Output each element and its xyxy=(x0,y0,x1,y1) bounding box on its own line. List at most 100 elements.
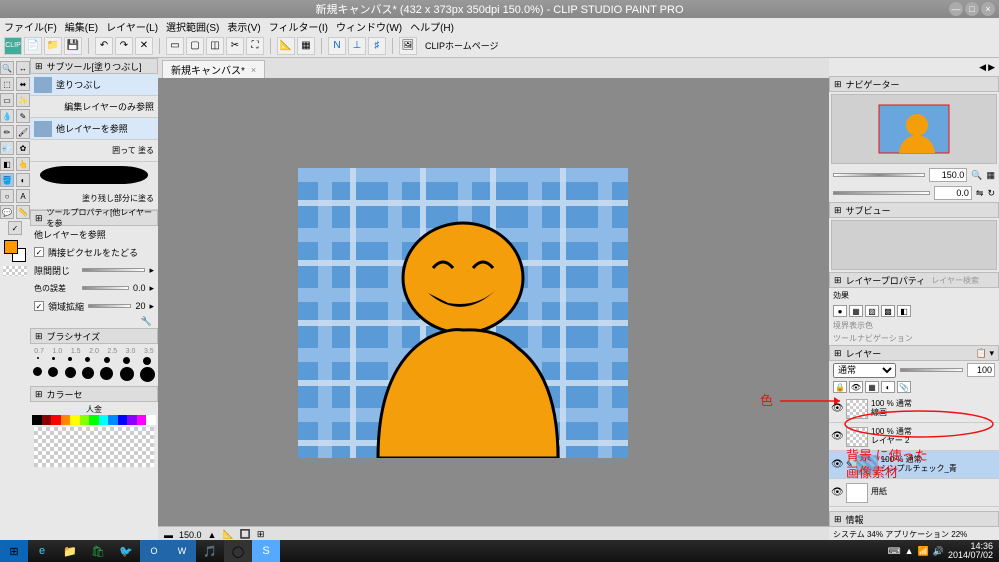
subtool-fill[interactable]: 塗りつぶし xyxy=(30,74,158,96)
menu-select[interactable]: 選択範囲(S) xyxy=(166,19,219,34)
snap2-icon[interactable]: ⊥ xyxy=(348,37,366,55)
toolprop-header[interactable]: ⊞ツールプロパティ[他レイヤーを参 xyxy=(30,210,158,226)
tool-fill-icon[interactable]: 🪣 xyxy=(0,173,14,187)
nav-angle-slider[interactable] xyxy=(833,191,930,195)
lyr-icon4[interactable]: ◐ xyxy=(881,381,895,393)
chk-adjacent[interactable]: ✓ xyxy=(34,247,44,257)
tool-operation-icon[interactable]: ⬚ xyxy=(0,77,14,91)
tool-eraser-icon[interactable]: ◧ xyxy=(0,157,14,171)
tray-net-icon[interactable]: 📶 xyxy=(918,546,929,557)
nav-angle-input[interactable] xyxy=(934,186,972,200)
ruler-icon[interactable]: 📐 xyxy=(277,37,295,55)
snap3-icon[interactable]: ♯ xyxy=(368,37,386,55)
tab-canvas[interactable]: 新規キャンバス* × xyxy=(162,60,265,78)
material-icon[interactable]: 🖼 xyxy=(399,37,417,55)
taskbar-app-icon[interactable]: S xyxy=(252,540,280,562)
deselect-icon[interactable]: ▢ xyxy=(186,37,204,55)
zoom-in-icon[interactable]: ▲ xyxy=(208,530,217,540)
clear-icon[interactable]: ✕ xyxy=(135,37,153,55)
tool-marquee-icon[interactable]: ▭ xyxy=(0,93,14,107)
undo-icon[interactable]: ↶ xyxy=(95,37,113,55)
navigator-header[interactable]: ⊞ナビゲーター xyxy=(829,76,999,92)
clip-icon[interactable]: CLIP xyxy=(4,37,22,55)
crop-icon[interactable]: ✂ xyxy=(226,37,244,55)
tool-deco-icon[interactable]: ✿ xyxy=(16,141,30,155)
fx4-icon[interactable]: ▩ xyxy=(881,305,895,317)
subtool-editlayer[interactable]: 編集レイヤーのみ参照 xyxy=(30,96,158,118)
invert-icon[interactable]: ◫ xyxy=(206,37,224,55)
nav-zoom-slider[interactable] xyxy=(833,173,925,177)
color-strip[interactable] xyxy=(32,415,156,425)
menu-help[interactable]: ヘルプ(H) xyxy=(410,19,454,34)
info-header[interactable]: ⊞情報 xyxy=(829,511,999,527)
fx3-icon[interactable]: ▨ xyxy=(865,305,879,317)
subview-area[interactable] xyxy=(831,220,997,270)
lyr-icon2[interactable]: 👁 xyxy=(849,381,863,393)
tool-correct-icon[interactable]: ✓ xyxy=(8,221,22,235)
subtool-otherlayer[interactable]: 他レイヤーを参照 xyxy=(30,118,158,140)
taskbar-word-icon[interactable]: W xyxy=(168,540,196,562)
new-icon[interactable]: 📄 xyxy=(24,37,42,55)
start-button[interactable]: ⊞ xyxy=(0,540,28,562)
color-palette[interactable] xyxy=(34,427,154,467)
opacity-input[interactable] xyxy=(967,363,995,377)
taskbar-itunes-icon[interactable]: 🎵 xyxy=(196,540,224,562)
eye-icon[interactable]: 👁 xyxy=(831,431,843,443)
lyr-icon3[interactable]: ▦ xyxy=(865,381,879,393)
layer-row-selected[interactable]: 👁 ✎ 100 % 通常シンプルチェック_青 xyxy=(829,451,999,479)
zoom-100-icon[interactable]: ▦ xyxy=(986,170,995,181)
lyr-icon1[interactable]: 🔒 xyxy=(833,381,847,393)
transparent-swatch-icon[interactable] xyxy=(3,266,27,276)
canvas-viewport[interactable] xyxy=(158,78,829,526)
menu-filter[interactable]: フィルター(I) xyxy=(269,19,328,34)
menu-layer[interactable]: レイヤー(L) xyxy=(106,19,158,34)
colorset-header[interactable]: ⊞カラーセ xyxy=(30,386,158,402)
tool-layermove-icon[interactable]: ⬌ xyxy=(16,77,30,91)
flip-h-icon[interactable]: ⇋ xyxy=(976,188,984,199)
tray-date[interactable]: 2014/07/02 xyxy=(948,551,993,560)
layer-row[interactable]: 👁 用紙 xyxy=(829,479,999,507)
tool-ruler-icon[interactable]: 📏 xyxy=(16,205,30,219)
lyr-icon5[interactable]: 📎 xyxy=(897,381,911,393)
taskbar-store-icon[interactable]: 🛍 xyxy=(84,540,112,562)
taskbar-csp-icon[interactable]: ◯ xyxy=(224,540,252,562)
taskbar-twitter-icon[interactable]: 🐦 xyxy=(112,540,140,562)
color-swatch[interactable] xyxy=(4,240,26,262)
save-icon[interactable]: 💾 xyxy=(64,37,82,55)
taskbar-ie-icon[interactable]: e xyxy=(28,540,56,562)
eye-icon[interactable]: 👁 xyxy=(831,459,843,471)
eye-icon[interactable]: 👁 xyxy=(831,487,843,499)
clip-homepage-link[interactable]: CLIPホームページ xyxy=(425,39,499,52)
tool-balloon-icon[interactable]: 💬 xyxy=(0,205,14,219)
zoom-out-icon[interactable]: ▬ xyxy=(164,530,173,540)
tool-pen-icon[interactable]: ✎ xyxy=(16,109,30,123)
subview-header[interactable]: ⊞サブビュー xyxy=(829,202,999,218)
layers-header[interactable]: ⊞レイヤー📋 ▾ xyxy=(829,345,999,361)
tool-airbrush-icon[interactable]: 💨 xyxy=(0,141,14,155)
tool-move-icon[interactable]: ↔ xyxy=(16,61,30,75)
tab-close-icon[interactable]: × xyxy=(251,65,256,75)
tool-brush-icon[interactable]: 🖌 xyxy=(16,125,30,139)
snap-icon[interactable]: N xyxy=(328,37,346,55)
tray-up-icon[interactable]: ▲ xyxy=(905,546,914,556)
tool-gradient-icon[interactable]: ◐ xyxy=(16,173,30,187)
brush-size-grid[interactable]: 0.71.01.52.02.53.03.5 xyxy=(30,344,158,386)
tool-magnify-icon[interactable]: 🔍 xyxy=(0,61,14,75)
transform-icon[interactable]: ⛶ xyxy=(246,37,264,55)
gap-slider[interactable] xyxy=(82,268,145,272)
subtool-enclose[interactable]: 囲って 塗る xyxy=(30,140,158,162)
subtool-header[interactable]: ⊞サブツール[塗りつぶし] xyxy=(30,58,158,74)
fg-color[interactable] xyxy=(4,240,18,254)
right-arrow-left-icon[interactable]: ◀ xyxy=(979,62,986,73)
layer-row[interactable]: 👁 100 % 通常レイヤー 2 xyxy=(829,423,999,451)
close-button[interactable]: × xyxy=(981,2,995,16)
minimize-button[interactable]: ― xyxy=(949,2,963,16)
tray-vol-icon[interactable]: 🔊 xyxy=(933,546,944,557)
tray-input-icon[interactable]: ⌨ xyxy=(888,546,901,557)
fx1-icon[interactable]: ● xyxy=(833,305,847,317)
fx5-icon[interactable]: ◧ xyxy=(897,305,911,317)
navigator-thumb[interactable] xyxy=(831,94,997,164)
redo-icon[interactable]: ↷ xyxy=(115,37,133,55)
menu-edit[interactable]: 編集(E) xyxy=(65,19,98,34)
tool-pencil-icon[interactable]: ✏ xyxy=(0,125,14,139)
